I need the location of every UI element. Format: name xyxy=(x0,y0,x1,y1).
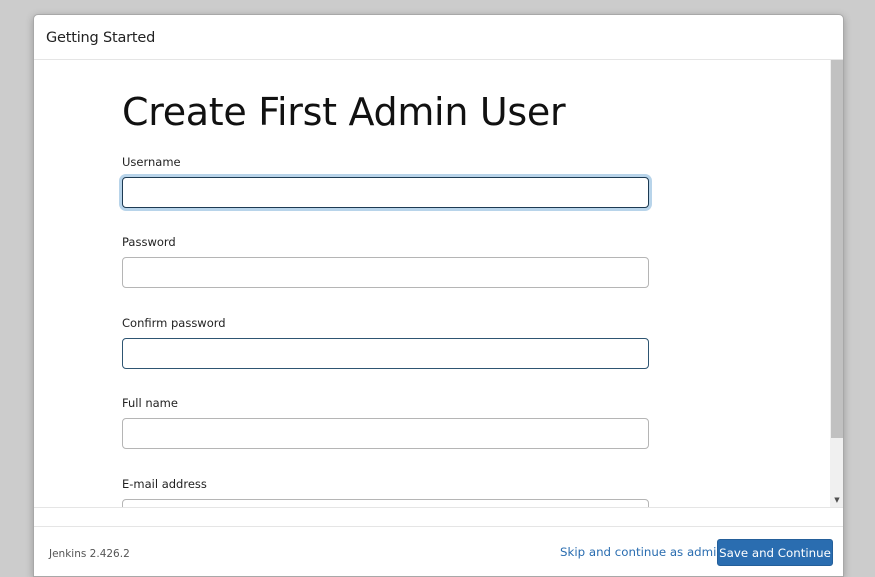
email-label: E-mail address xyxy=(122,477,207,491)
skip-continue-as-admin-link[interactable]: Skip and continue as admin xyxy=(560,545,724,559)
confirm-password-label: Confirm password xyxy=(122,316,226,330)
password-input[interactable] xyxy=(122,257,649,288)
email-input[interactable] xyxy=(122,499,649,507)
footer-divider-lower xyxy=(34,526,843,527)
page-title: Create First Admin User xyxy=(122,90,566,134)
full-name-input[interactable] xyxy=(122,418,649,449)
content-scrollbar[interactable]: ▼ xyxy=(830,60,843,507)
dialog-content: Create First Admin User Username Passwor… xyxy=(34,60,830,507)
dialog-title: Getting Started xyxy=(46,30,156,46)
username-label: Username xyxy=(122,155,181,169)
version-label: Jenkins 2.426.2 xyxy=(49,548,130,560)
username-input[interactable] xyxy=(122,177,649,208)
password-label: Password xyxy=(122,235,176,249)
scrollbar-thumb[interactable] xyxy=(831,60,843,438)
scroll-down-arrow-icon[interactable]: ▼ xyxy=(830,495,843,505)
save-and-continue-button[interactable]: Save and Continue xyxy=(717,539,833,566)
confirm-password-input[interactable] xyxy=(122,338,649,369)
footer-divider xyxy=(34,507,843,508)
setup-dialog: Getting Started Create First Admin User … xyxy=(33,14,844,577)
dialog-header: Getting Started xyxy=(34,15,843,60)
full-name-label: Full name xyxy=(122,396,178,410)
